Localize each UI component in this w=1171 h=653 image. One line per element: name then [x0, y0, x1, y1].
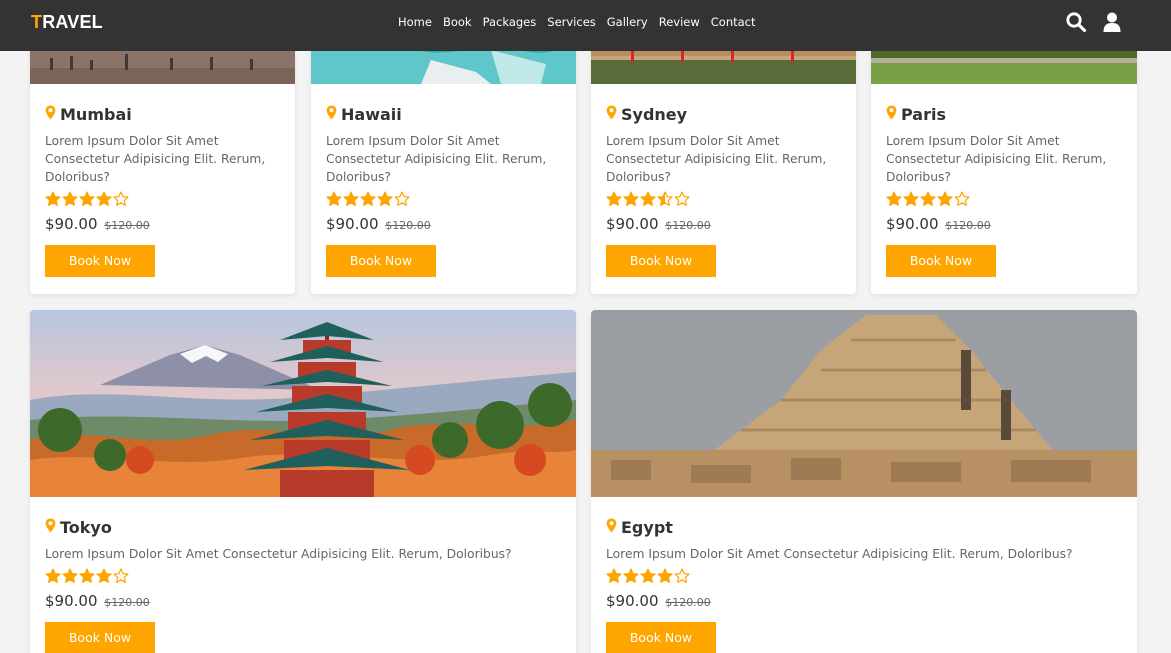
- card-price: $90.00 $120.00: [326, 215, 431, 233]
- map-pin-icon: [886, 105, 897, 124]
- card-description: Lorem Ipsum Dolor Sit Amet Consectetur A…: [886, 134, 1107, 184]
- book-now-button[interactable]: Book Now: [326, 245, 436, 277]
- package-card-hawaii: Hawaii Lorem Ipsum Dolor Sit Amet Consec…: [311, 20, 576, 294]
- nav-home[interactable]: Home: [398, 15, 432, 29]
- card-description: Lorem Ipsum Dolor Sit Amet Consectetur A…: [45, 134, 266, 184]
- card-title: Tokyo: [45, 518, 561, 537]
- star-full-icon: [45, 191, 61, 207]
- rating-stars: [45, 568, 561, 584]
- star-full-icon: [45, 568, 61, 584]
- nav-gallery[interactable]: Gallery: [607, 15, 648, 29]
- star-full-icon: [640, 191, 656, 207]
- star-empty-icon: [394, 191, 410, 207]
- map-pin-icon: [45, 105, 56, 124]
- nav-review[interactable]: Review: [659, 15, 700, 29]
- old-price: $120.00: [104, 596, 150, 609]
- book-now-button[interactable]: Book Now: [45, 622, 155, 653]
- star-full-icon: [886, 191, 902, 207]
- main-nav: Home Book Packages Services Gallery Revi…: [398, 15, 767, 29]
- rating-stars: [606, 568, 1122, 584]
- old-price: $120.00: [665, 219, 711, 232]
- card-title: Mumbai: [45, 105, 280, 124]
- brand-logo[interactable]: TRAVEL: [31, 12, 103, 33]
- card-description: Lorem Ipsum Dolor Sit Amet Consectetur A…: [606, 547, 1073, 561]
- old-price: $120.00: [945, 219, 991, 232]
- card-title: Egypt: [606, 518, 1122, 537]
- old-price: $120.00: [665, 596, 711, 609]
- card-price: $90.00 $120.00: [45, 215, 150, 233]
- card-price: $90.00 $120.00: [606, 215, 711, 233]
- card-title: Sydney: [606, 105, 841, 124]
- package-card-paris: Paris Lorem Ipsum Dolor Sit Amet Consect…: [871, 20, 1137, 294]
- star-full-icon: [62, 568, 78, 584]
- card-description: Lorem Ipsum Dolor Sit Amet Consectetur A…: [606, 134, 827, 184]
- search-icon[interactable]: [1065, 11, 1087, 33]
- star-empty-icon: [113, 568, 129, 584]
- star-empty-icon: [674, 568, 690, 584]
- map-pin-icon: [45, 518, 56, 537]
- rating-stars: [606, 191, 841, 207]
- card-description: Lorem Ipsum Dolor Sit Amet Consectetur A…: [45, 547, 512, 561]
- card-title: Paris: [886, 105, 1122, 124]
- star-full-icon: [623, 191, 639, 207]
- book-now-button[interactable]: Book Now: [606, 622, 716, 653]
- star-full-icon: [606, 568, 622, 584]
- star-full-icon: [606, 191, 622, 207]
- star-full-icon: [623, 568, 639, 584]
- star-full-icon: [903, 191, 919, 207]
- package-card-mumbai: Mumbai Lorem Ipsum Dolor Sit Amet Consec…: [30, 20, 295, 294]
- tokyo-image: [30, 310, 576, 497]
- star-full-icon: [640, 568, 656, 584]
- map-pin-icon: [606, 105, 617, 124]
- nav-icons: [1065, 11, 1123, 33]
- card-price: $90.00 $120.00: [45, 592, 150, 610]
- star-full-icon: [62, 191, 78, 207]
- egypt-image: [591, 310, 1137, 497]
- nav-packages[interactable]: Packages: [483, 15, 537, 29]
- package-card-egypt: Egypt Lorem Ipsum Dolor Sit Amet Consect…: [591, 310, 1137, 653]
- book-now-button[interactable]: Book Now: [606, 245, 716, 277]
- rating-stars: [45, 191, 280, 207]
- star-empty-icon: [674, 191, 690, 207]
- rating-stars: [886, 191, 1122, 207]
- star-full-icon: [360, 191, 376, 207]
- star-full-icon: [96, 191, 112, 207]
- card-description: Lorem Ipsum Dolor Sit Amet Consectetur A…: [326, 134, 547, 184]
- star-full-icon: [657, 568, 673, 584]
- card-title: Hawaii: [326, 105, 561, 124]
- old-price: $120.00: [104, 219, 150, 232]
- star-half-icon: [657, 191, 673, 207]
- rating-stars: [326, 191, 561, 207]
- star-full-icon: [920, 191, 936, 207]
- star-full-icon: [326, 191, 342, 207]
- user-icon[interactable]: [1101, 11, 1123, 33]
- star-full-icon: [377, 191, 393, 207]
- nav-book[interactable]: Book: [443, 15, 472, 29]
- nav-contact[interactable]: Contact: [711, 15, 756, 29]
- card-price: $90.00 $120.00: [886, 215, 991, 233]
- package-card-tokyo: Tokyo Lorem Ipsum Dolor Sit Amet Consect…: [30, 310, 576, 653]
- star-full-icon: [343, 191, 359, 207]
- card-price: $90.00 $120.00: [606, 592, 711, 610]
- star-full-icon: [96, 568, 112, 584]
- package-card-sydney: Sydney Lorem Ipsum Dolor Sit Amet Consec…: [591, 20, 856, 294]
- star-empty-icon: [113, 191, 129, 207]
- star-full-icon: [79, 191, 95, 207]
- map-pin-icon: [606, 518, 617, 537]
- star-full-icon: [937, 191, 953, 207]
- map-pin-icon: [326, 105, 337, 124]
- star-full-icon: [79, 568, 95, 584]
- star-empty-icon: [954, 191, 970, 207]
- navbar: TRAVEL Home Book Packages Services Galle…: [0, 0, 1171, 51]
- nav-services[interactable]: Services: [547, 15, 596, 29]
- book-now-button[interactable]: Book Now: [45, 245, 155, 277]
- old-price: $120.00: [385, 219, 431, 232]
- book-now-button[interactable]: Book Now: [886, 245, 996, 277]
